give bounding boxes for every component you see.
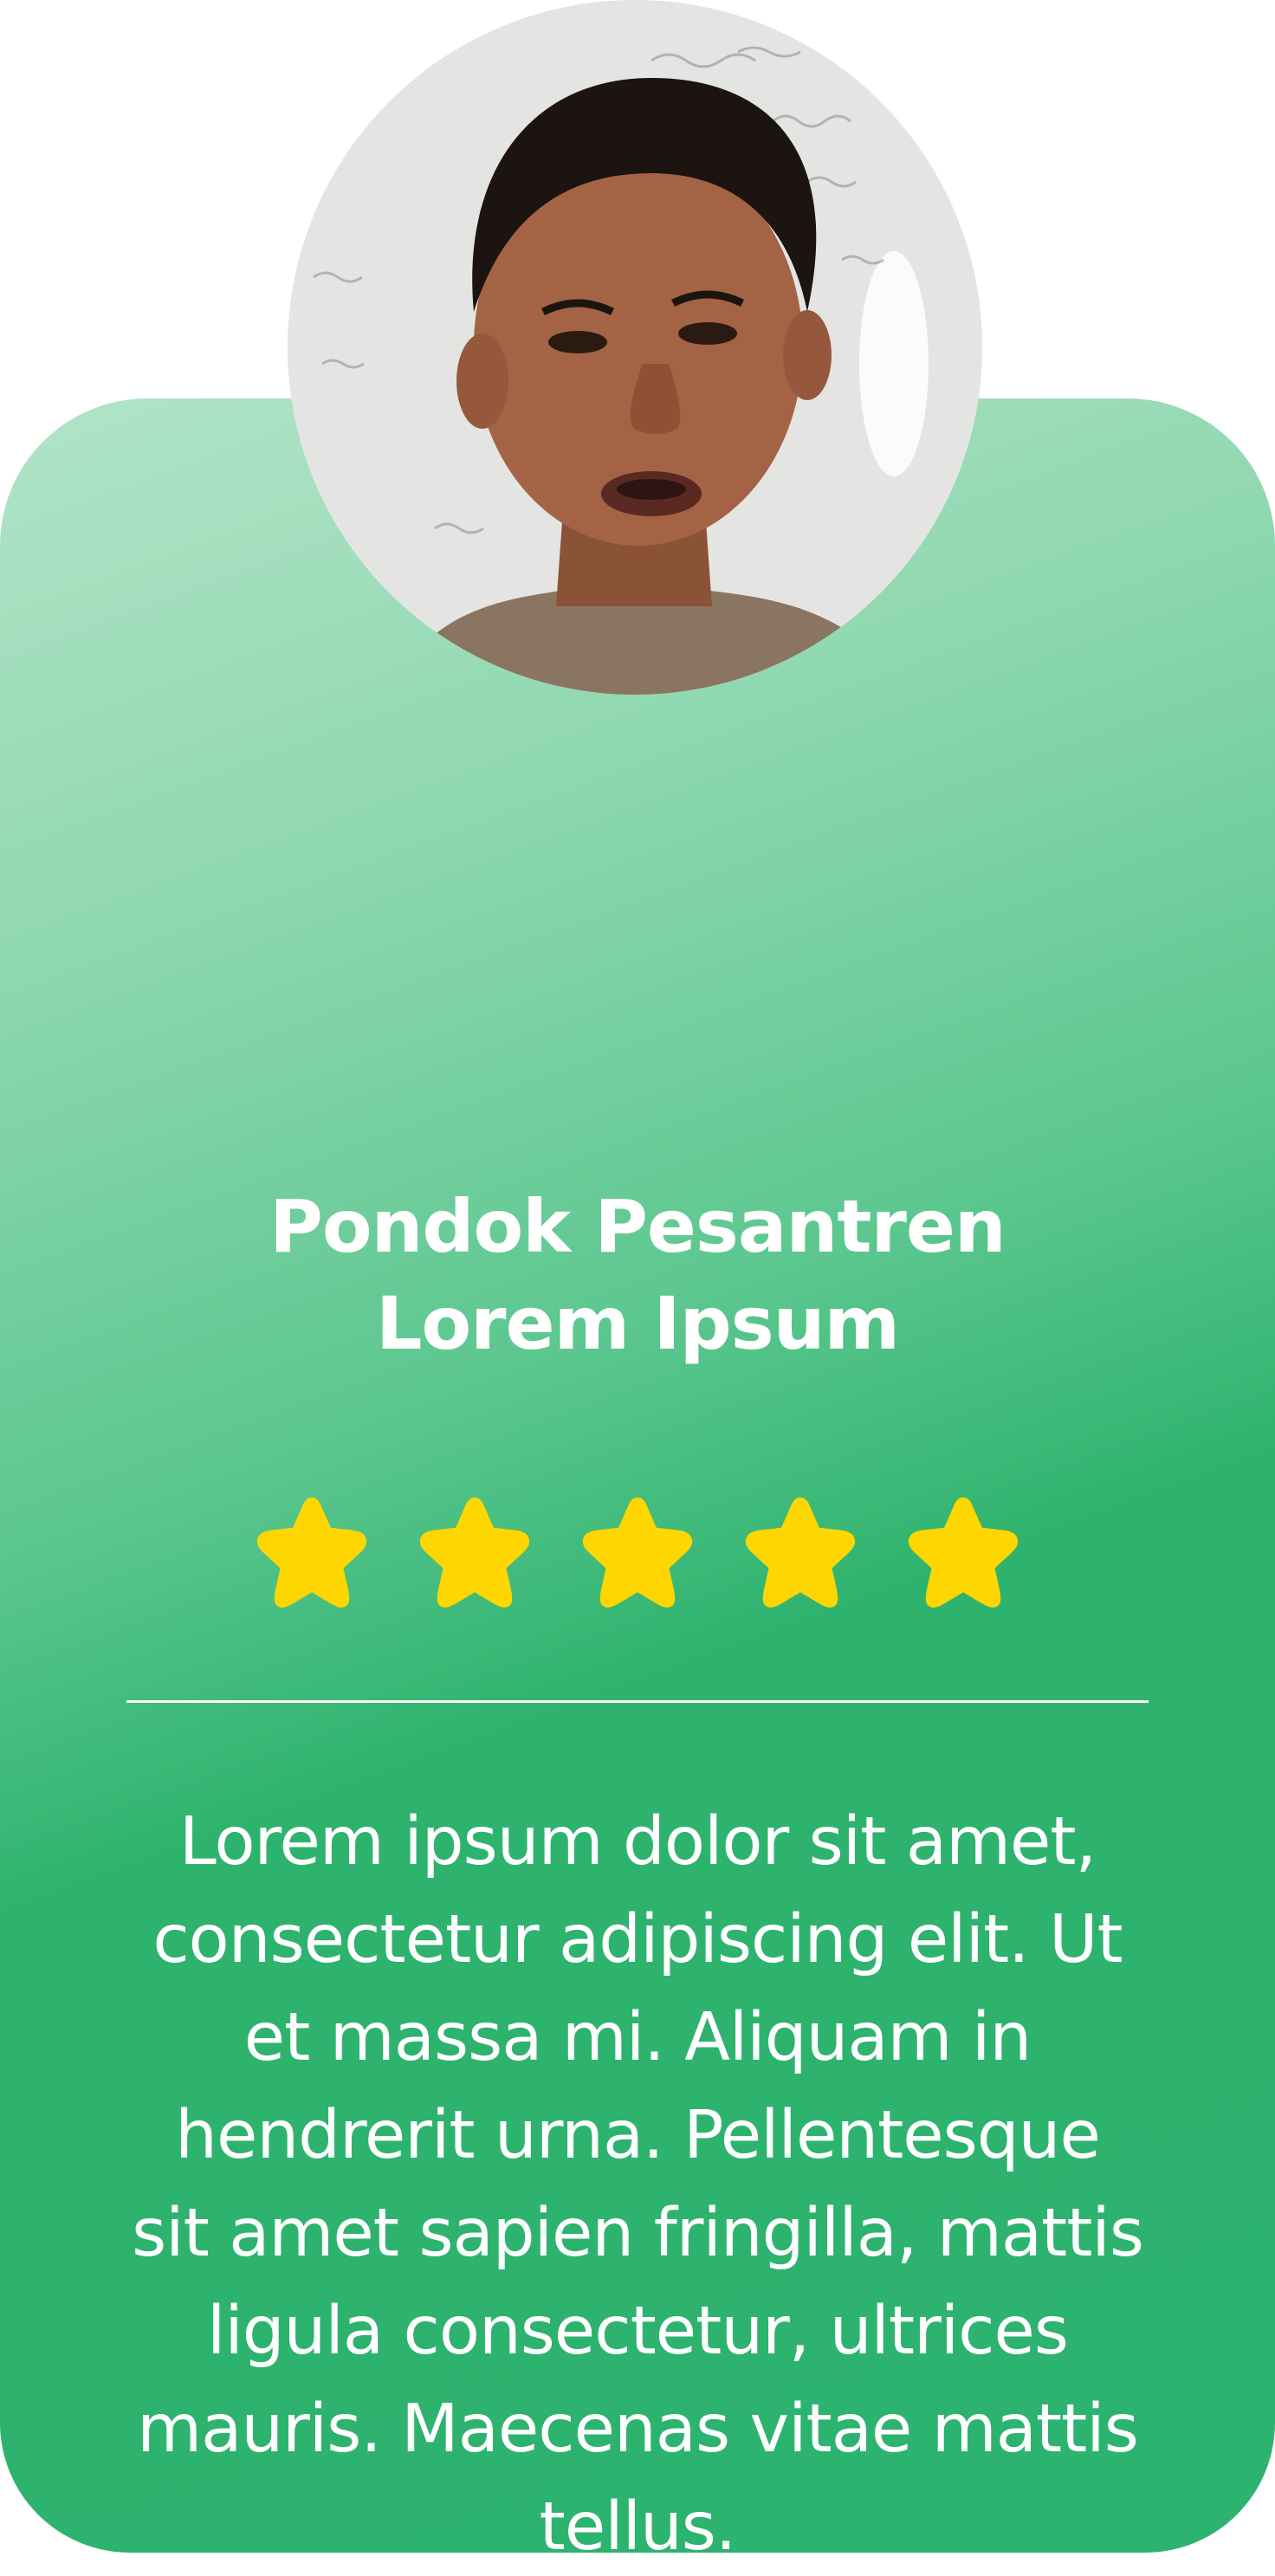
testimonial-card: Pondok Pesantren Lorem Ipsum Lorem ipsum… [0,398,1275,2566]
testimonial-text: Lorem ipsum dolor sit amet, consectetur … [132,1803,1144,2566]
star-icon [908,1497,1019,1608]
avatar [288,0,982,695]
person-photo-icon [288,0,982,695]
star-icon [419,1497,530,1608]
star-icon [256,1497,367,1608]
reviewer-name-line1: Pondok Pesantren [269,1184,1006,1269]
star-icon [582,1497,693,1608]
star-rating [0,1490,1275,1620]
reviewer-name: Pondok Pesantren Lorem Ipsum [0,1178,1275,1372]
reviewer-name-line2: Lorem Ipsum [375,1281,900,1366]
divider [126,1700,1149,1703]
star-icon [745,1497,856,1608]
